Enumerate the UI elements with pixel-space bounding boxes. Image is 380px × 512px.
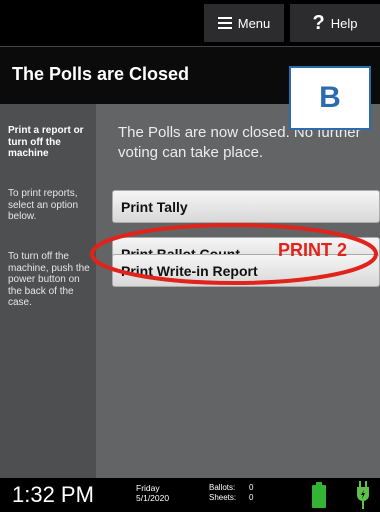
sidebar-power-instructions: To turn off the machine, push the power … xyxy=(8,251,90,308)
ballots-label: Ballots: xyxy=(209,483,236,492)
day-name: Friday xyxy=(136,483,160,493)
ballots-value: 0 xyxy=(249,483,254,492)
status-bar: 1:32 PM Friday 5/1/2020 Ballots: 0 Sheets… xyxy=(0,478,380,512)
sidebar-print-instructions: To print reports, select an option below… xyxy=(8,188,79,222)
ballot-counts: Ballots: 0 Sheets: 0 xyxy=(209,483,253,502)
help-button[interactable]: ? Help xyxy=(290,4,380,42)
date-value: 5/1/2020 xyxy=(136,493,170,503)
page-title: The Polls are Closed xyxy=(12,64,190,84)
menu-label: Menu xyxy=(237,15,271,31)
help-label: Help xyxy=(330,15,358,31)
sidebar-heading: Print a report or turn off the machine xyxy=(8,125,84,159)
print-2-annotation: PRINT 2 xyxy=(278,240,348,260)
top-bar: Menu ? Help xyxy=(0,0,380,46)
print-tally-button[interactable]: Print Tally xyxy=(112,190,380,223)
menu-button[interactable]: Menu xyxy=(204,4,284,42)
power-plug-icon xyxy=(356,481,370,512)
hamburger-icon xyxy=(217,17,232,29)
sheets-label: Sheets: xyxy=(209,492,237,502)
date-display: Friday 5/1/2020 xyxy=(136,483,169,503)
step-b-label: B xyxy=(289,66,371,130)
instructions-sidebar: Print a report or turn off the machine T… xyxy=(0,104,96,478)
question-mark-icon: ? xyxy=(312,11,325,34)
clock-time: 1:32 PM xyxy=(12,482,94,507)
sheets-value: 0 xyxy=(249,492,254,502)
battery-icon xyxy=(312,482,326,512)
